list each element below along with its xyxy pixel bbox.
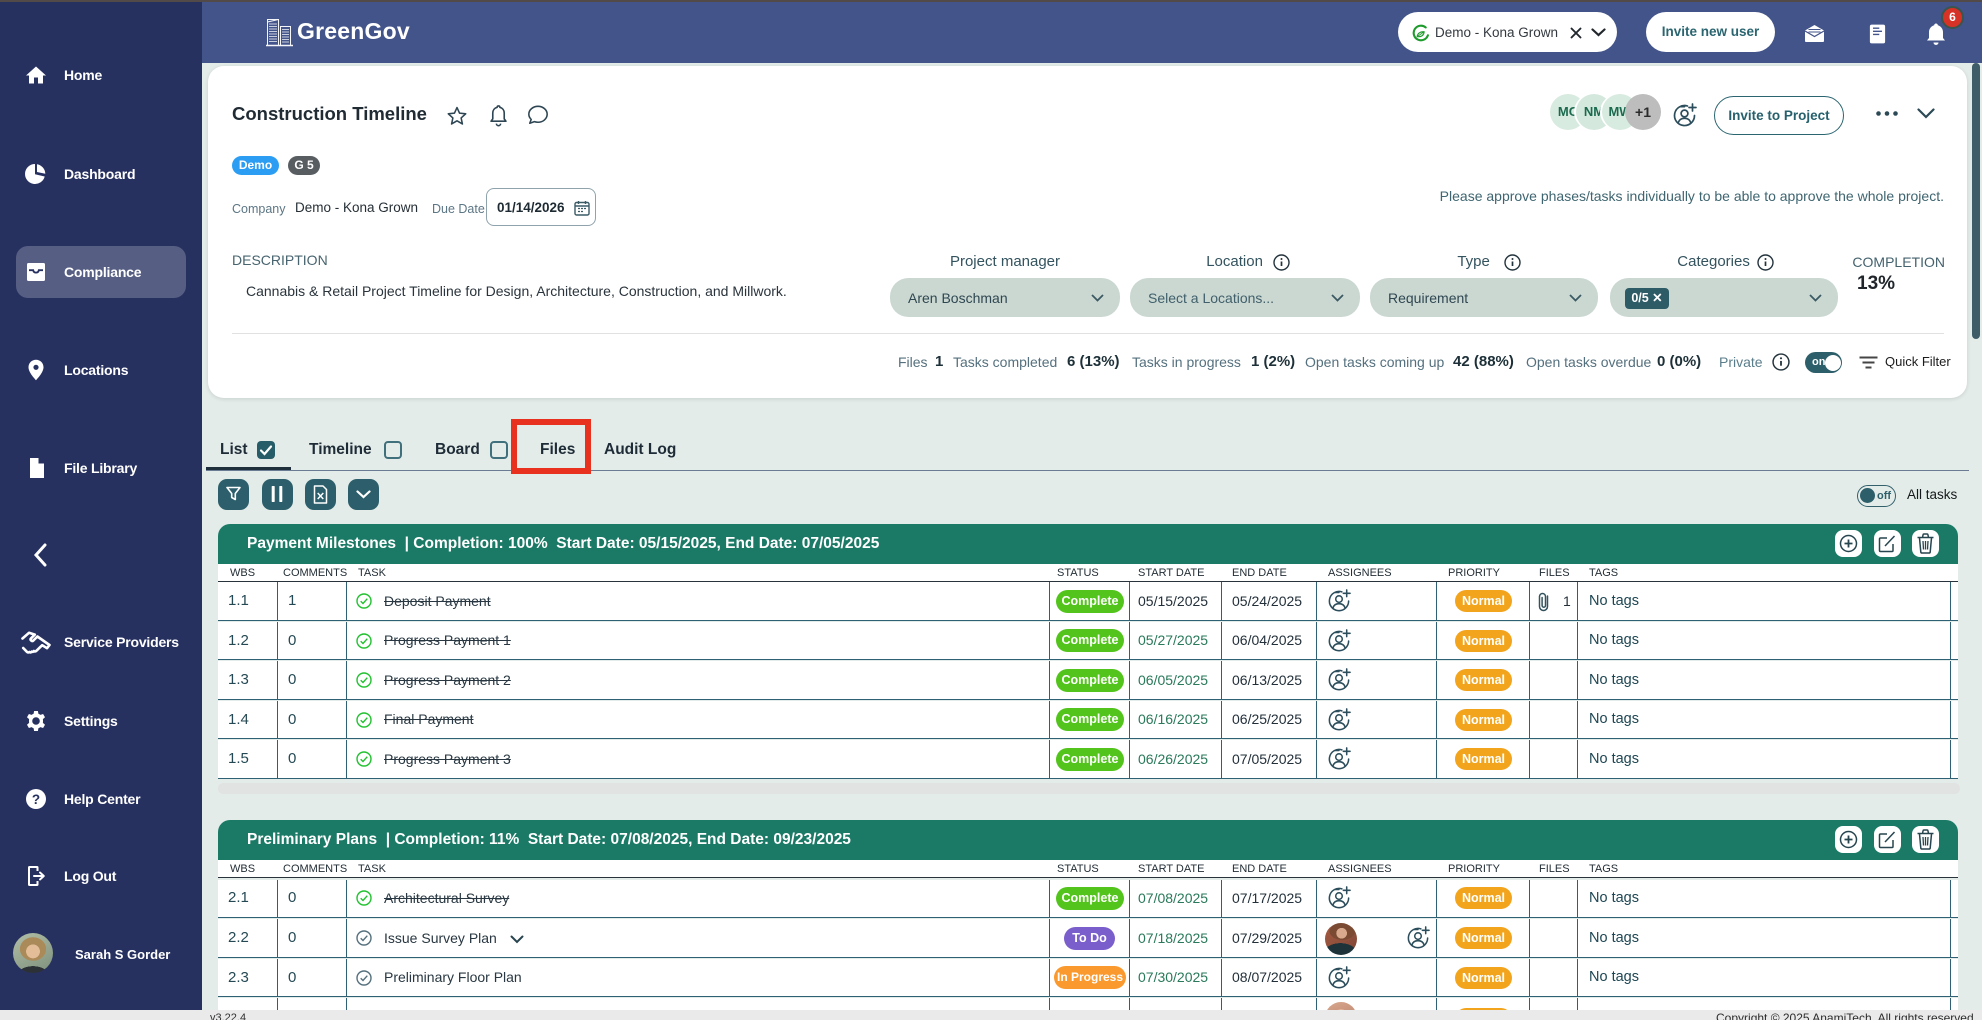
svg-text:?: ? [32, 792, 40, 807]
